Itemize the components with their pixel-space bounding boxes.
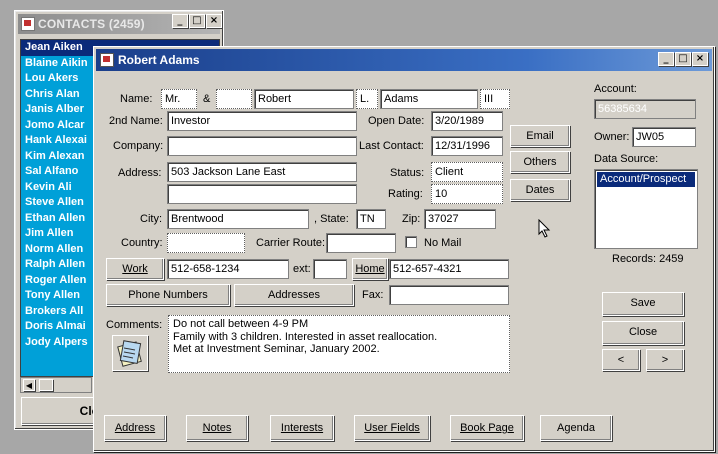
records-count: Records: 2459 — [612, 253, 684, 265]
open-date-field[interactable]: 3/20/1989 — [431, 111, 503, 131]
comment-line: Do not call between 4-9 PM — [173, 318, 309, 330]
work-phone-field[interactable]: 512-658-1234 — [167, 259, 289, 279]
account-label: Account: — [594, 83, 637, 95]
close-button[interactable]: Close — [602, 321, 684, 345]
minimize-icon[interactable]: _ — [172, 14, 188, 28]
email-button[interactable]: Email — [510, 125, 570, 147]
zip-field[interactable]: 37027 — [424, 209, 496, 229]
data-source-item[interactable]: Account/Prospect — [597, 172, 695, 187]
rating-field[interactable]: 10 — [431, 184, 503, 204]
first-name-field[interactable]: Robert — [254, 89, 354, 109]
company-field[interactable] — [167, 136, 357, 156]
close-icon[interactable]: × — [692, 52, 708, 66]
work-phone-button[interactable]: Work — [106, 258, 164, 280]
owner-field[interactable]: JW05 — [632, 127, 696, 147]
next-record-button[interactable]: > — [646, 349, 684, 371]
app-icon — [100, 53, 114, 67]
home-phone-button[interactable]: Home — [352, 258, 388, 280]
phone-numbers-button[interactable]: Phone Numbers — [106, 284, 230, 306]
account-field: 56385634 — [594, 99, 696, 119]
no-mail-checkbox[interactable] — [405, 236, 417, 248]
maximize-icon[interactable]: □ — [189, 14, 205, 28]
tab-label: Book Page — [460, 422, 514, 434]
tab-label: Interests — [280, 422, 324, 434]
contacts-title: CONTACTS (2459) — [38, 17, 145, 31]
name-label: Name: — [120, 93, 153, 105]
carrier-route-label: Carrier Route: — [256, 237, 326, 249]
others-button[interactable]: Others — [510, 151, 570, 173]
zip-label: Zip: — [402, 213, 421, 225]
rating-label: Rating: — [388, 188, 423, 200]
fax-label: Fax: — [362, 289, 384, 301]
close-icon[interactable]: × — [206, 14, 222, 28]
mouse-cursor-icon — [538, 219, 551, 238]
comment-line: Family with 3 children. Interested in as… — [173, 330, 438, 343]
last-contact-label: Last Contact: — [359, 140, 424, 152]
status-label: Status: — [390, 167, 425, 179]
contacts-titlebar[interactable]: CONTACTS (2459) _ □ × — [18, 14, 222, 34]
notepad-icon[interactable] — [112, 335, 148, 371]
last-contact-field[interactable]: 12/31/1996 — [431, 136, 503, 156]
comment-line: Met at Investment Seminar, January 2002. — [173, 343, 380, 355]
tab-book-page[interactable]: Book Page — [450, 415, 524, 441]
tab-agenda[interactable]: Agenda — [540, 415, 612, 441]
comments-field[interactable]: Do not call between 4-9 PM Family with 3… — [168, 315, 510, 373]
tab-label: Agenda — [557, 422, 595, 434]
tab-interests[interactable]: Interests — [270, 415, 334, 441]
card-titlebar[interactable]: Robert Adams _ □ × — [96, 49, 712, 71]
open-date-label: Open Date: — [368, 115, 425, 127]
card-title: Robert Adams — [118, 53, 200, 67]
amp-label: & — [203, 93, 211, 105]
state-label: , State: — [314, 213, 349, 225]
ext-field[interactable] — [313, 259, 347, 279]
home-phone-field[interactable]: 512-657-4321 — [389, 259, 509, 279]
ext-label: ext: — [293, 263, 311, 275]
tab-address[interactable]: Address — [104, 415, 166, 441]
maximize-icon[interactable]: □ — [675, 52, 691, 66]
address-label: Address: — [118, 167, 162, 179]
no-mail-label: No Mail — [424, 237, 462, 249]
save-button[interactable]: Save — [602, 292, 684, 316]
second-name-field[interactable]: Investor — [167, 111, 357, 131]
spouse-field[interactable] — [216, 89, 252, 109]
addresses-button[interactable]: Addresses — [234, 284, 354, 306]
city-label: City: — [140, 213, 162, 225]
carrier-route-field[interactable] — [326, 233, 396, 253]
minimize-icon[interactable]: _ — [658, 52, 674, 66]
state-field[interactable]: TN — [356, 209, 386, 229]
tab-label: Address — [114, 422, 156, 434]
owner-label: Owner: — [594, 131, 630, 143]
data-source-label: Data Source: — [594, 153, 659, 165]
desktop: CONTACTS (2459) _ □ × Jean Aiken Blaine … — [0, 0, 718, 454]
address-line2-field[interactable] — [167, 184, 357, 204]
tab-user-fields[interactable]: User Fields — [354, 415, 430, 441]
tab-notes[interactable]: Notes — [186, 415, 248, 441]
middle-initial-field[interactable]: L. — [356, 89, 378, 109]
salutation-field[interactable]: Mr. — [161, 89, 197, 109]
horizontal-scrollbar[interactable]: ◀ — [20, 377, 92, 393]
scroll-thumb[interactable] — [39, 379, 53, 391]
address-line1-field[interactable]: 503 Jackson Lane East — [167, 162, 357, 182]
scroll-left-icon[interactable]: ◀ — [23, 379, 35, 391]
home-label: Home — [355, 263, 385, 275]
country-field[interactable] — [167, 233, 245, 253]
work-label: Work — [122, 263, 148, 275]
status-field[interactable]: Client — [431, 162, 503, 182]
previous-record-button[interactable]: < — [602, 349, 640, 371]
company-label: Company: — [113, 140, 164, 152]
suffix-field[interactable]: III — [480, 89, 510, 109]
country-label: Country: — [121, 237, 163, 249]
tab-label: User Fields — [364, 422, 420, 434]
data-source-list[interactable]: Account/Prospect — [594, 169, 698, 249]
tab-label: Notes — [202, 422, 232, 434]
fax-field[interactable] — [389, 285, 509, 305]
dates-button[interactable]: Dates — [510, 179, 570, 201]
second-name-label: 2nd Name: — [109, 115, 163, 127]
app-icon — [21, 17, 35, 31]
city-field[interactable]: Brentwood — [167, 209, 309, 229]
comments-label: Comments: — [106, 319, 163, 331]
last-name-field[interactable]: Adams — [380, 89, 478, 109]
contact-card-window: Robert Adams _ □ × Name: Mr. & Robert L.… — [93, 46, 715, 452]
